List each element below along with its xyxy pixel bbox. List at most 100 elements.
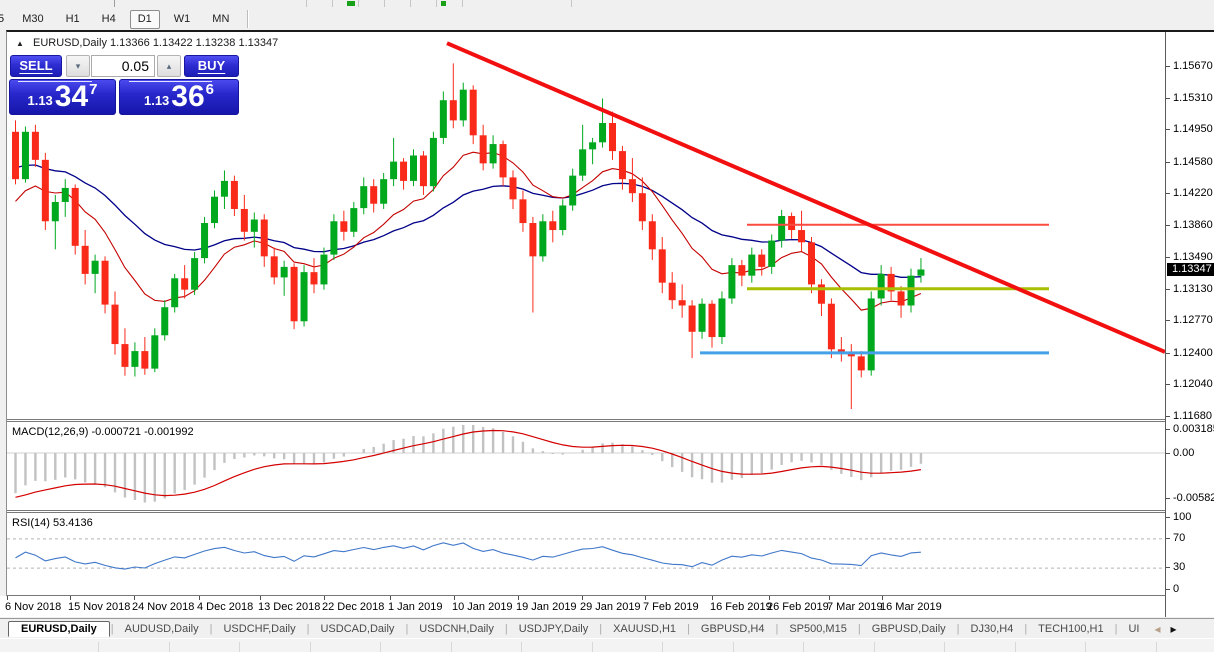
candle-body (579, 149, 587, 176)
tab-tech100-h1[interactable]: TECH100,H1 (1028, 622, 1113, 636)
tab-ui[interactable]: UI (1118, 622, 1149, 636)
timeframe-m15-cut[interactable]: 5 (0, 10, 8, 29)
tf-h4[interactable]: H4 (94, 10, 124, 29)
toolbar-separator (384, 0, 385, 7)
panel-separator[interactable] (7, 419, 1165, 420)
time-axis-label: 29 Jan 2019 (580, 601, 641, 613)
tf-h1[interactable]: H1 (58, 10, 88, 29)
candle-body (51, 201, 59, 222)
price-chart[interactable] (7, 33, 1165, 419)
candle-body (121, 344, 129, 367)
candle-body (91, 260, 99, 274)
rsi-title: RSI(14) 53.4136 (12, 517, 93, 529)
time-axis-label: 1 Jan 2019 (388, 601, 443, 613)
candle-body (340, 221, 348, 232)
candle-body (41, 159, 49, 222)
toolbar-separator (332, 0, 333, 7)
candle-body (628, 179, 636, 194)
axis-tick (134, 596, 135, 600)
candle-body (509, 177, 517, 200)
price-axis[interactable]: 1.13347 1.15670 1.15310 1.14950 1.14580 1.14… (1165, 32, 1214, 617)
candle-body (101, 260, 109, 305)
tf-m30[interactable]: M30 (14, 10, 51, 29)
time-axis-label: 22 Dec 2018 (322, 601, 385, 613)
tf-w1[interactable]: W1 (166, 10, 199, 29)
axis-tick (1166, 498, 1170, 499)
panel-separator[interactable] (7, 510, 1165, 511)
rsi-name: RSI(14) (12, 517, 50, 529)
candle-body (479, 135, 487, 164)
candle-body (370, 186, 378, 204)
candle-body (549, 221, 557, 231)
tab-gbpusd-h4[interactable]: GBPUSD,H4 (691, 622, 775, 636)
tab-sp500-m15[interactable]: SP500,M15 (779, 622, 856, 636)
macd-title: MACD(12,26,9) -0.000721 -0.001992 (12, 426, 194, 438)
axis-tick (1166, 97, 1170, 99)
tab-xauusd-h1[interactable]: XAUUSD,H1 (603, 622, 686, 636)
axis-tick (1166, 384, 1170, 386)
axis-tick (712, 596, 713, 600)
timeframe-toolbar: 5 M30 H1 H4 D1 W1 MN (0, 8, 1214, 31)
axis-tick (1166, 257, 1170, 259)
rsi-axis-label: 30 (1173, 561, 1186, 573)
candle-body (827, 303, 835, 350)
tab-usdcnh-daily[interactable]: USDCNH,Daily (409, 622, 504, 636)
tab-audusd-daily[interactable]: AUDUSD,Daily (115, 622, 209, 636)
price-axis-label: 1.14580 (1173, 155, 1213, 168)
rsi-panel[interactable] (7, 513, 1165, 595)
macd-name: MACD(12,26,9) (12, 426, 89, 438)
axis-tick (1166, 161, 1170, 163)
axis-tick (1166, 193, 1170, 195)
candle-body (768, 240, 776, 267)
tab-usdchf-daily[interactable]: USDCHF,Daily (213, 622, 305, 636)
candle-body (917, 269, 925, 276)
candle-body (519, 199, 527, 224)
bottom-status-strip (0, 638, 1214, 652)
candle-body (738, 265, 746, 276)
price-axis-label: 1.15670 (1173, 60, 1213, 72)
price-axis-label: 1.14220 (1173, 187, 1213, 200)
candle-body (220, 180, 228, 197)
axis-tick (390, 596, 391, 600)
toolbar-separator (358, 0, 359, 7)
axis-tick (1166, 589, 1170, 590)
axis-tick (1166, 429, 1170, 430)
tab-dj30-h4[interactable]: DJ30,H4 (961, 622, 1024, 636)
candle-body (708, 303, 716, 338)
macd-signal-line (15, 429, 921, 498)
chart-icon-fragment (347, 1, 355, 6)
axis-tick (1166, 320, 1170, 322)
time-axis-label: 24 Nov 2018 (132, 601, 195, 613)
tab-usdjpy-daily[interactable]: USDJPY,Daily (509, 622, 599, 636)
candle-body (648, 221, 656, 250)
candle-body (131, 351, 139, 367)
price-axis-label: 1.12040 (1173, 378, 1213, 391)
time-axis-label: 16 Feb 2019 (710, 601, 772, 613)
price-axis-label: 1.13860 (1173, 218, 1213, 231)
candle-body (310, 272, 318, 285)
time-axis[interactable]: 6 Nov 2018 15 Nov 2018 24 Nov 2018 4 Dec 20… (0, 596, 1165, 617)
chart-icon-fragment (441, 1, 446, 6)
axis-tick (1166, 352, 1170, 354)
toolbar-separator (571, 0, 572, 7)
candle-body (569, 175, 577, 206)
axis-tick (1166, 517, 1170, 518)
tabs-scroll-left-icon[interactable]: ◂ (1149, 622, 1165, 636)
candle-body (439, 100, 447, 138)
tf-d1[interactable]: D1 (129, 10, 160, 29)
axis-tick (454, 596, 455, 600)
macd-axis-label: -0.005827 (1173, 492, 1214, 504)
tf-mn[interactable]: MN (204, 10, 237, 29)
tab-usdcad-daily[interactable]: USDCAD,Daily (310, 622, 404, 636)
candle-body (320, 254, 328, 285)
tab-gbpusd-daily[interactable]: GBPUSD,Daily (862, 622, 956, 636)
toolbar-separator (306, 0, 307, 7)
current-price-tag: 1.13347 (1167, 262, 1214, 276)
axis-tick (1166, 416, 1170, 417)
toolbar-separator (462, 0, 463, 7)
candle-body (529, 223, 537, 257)
candle-body (410, 155, 417, 181)
tabs-scroll-right-icon[interactable]: ▸ (1165, 622, 1181, 636)
tab-eurusd-daily[interactable]: EURUSD,Daily (8, 620, 110, 637)
candle-body (778, 216, 786, 241)
